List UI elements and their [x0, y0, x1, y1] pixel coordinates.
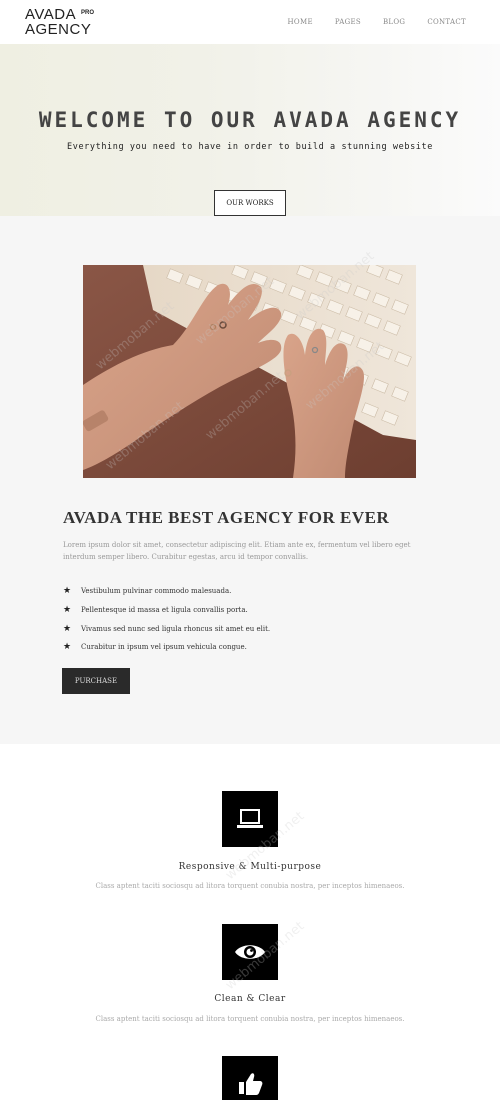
logo-text-agency: AGENCY — [25, 21, 92, 38]
feature-title: Responsive & Multi-purpose — [178, 862, 322, 872]
feature-description: Class aptent taciti sociosqu ad litora t… — [95, 882, 405, 890]
hands-on-keyboard-photo — [83, 265, 416, 478]
list-item-text: Pellentesque id massa et ligula convalli… — [81, 606, 248, 615]
nav-contact[interactable]: CONTACT — [427, 18, 466, 26]
about-title: AVADA THE BEST AGENCY FOR EVER — [63, 508, 390, 527]
list-item: ★ Pellentesque id massa et ligula convall… — [63, 601, 270, 620]
hero-title: WELCOME TO OUR AVADA AGENCY — [38, 108, 462, 132]
list-item: ★ Curabitur in ipsum vel ipsum vehicula c… — [63, 638, 270, 657]
feature-description: Class aptent taciti sociosqu ad litora t… — [95, 1015, 405, 1023]
main-nav: HOME PAGES BLOG CONTACT — [288, 18, 466, 26]
nav-home[interactable]: HOME — [288, 18, 313, 26]
thumbs-up-icon — [222, 1056, 278, 1100]
site-header: AVADA PRO AGENCY HOME PAGES BLOG CONTACT — [0, 0, 500, 44]
list-item: ★ Vestibulum pulvinar commodo malesuada. — [63, 582, 270, 601]
logo-pro-badge: PRO — [81, 10, 95, 16]
list-item-text: Curabitur in ipsum vel ipsum vehicula co… — [81, 643, 247, 652]
feature-title: Clean & Clear — [214, 994, 286, 1004]
star-icon: ★ — [63, 605, 72, 616]
our-works-button[interactable]: OUR WORKS — [214, 190, 286, 216]
star-icon: ★ — [63, 586, 72, 597]
star-icon: ★ — [63, 623, 72, 634]
feature-list: ★ Vestibulum pulvinar commodo malesuada. … — [63, 582, 270, 657]
about-section: AVADA THE BEST AGENCY FOR EVER Lorem ips… — [0, 216, 500, 744]
purchase-button[interactable]: PURCHASE — [62, 668, 130, 694]
hero-section: WELCOME TO OUR AVADA AGENCY Everything y… — [0, 44, 500, 216]
list-item: ★ Vivamus sed nunc sed ligula rhoncus sit… — [63, 619, 270, 638]
nav-pages[interactable]: PAGES — [335, 18, 361, 26]
logo[interactable]: AVADA PRO AGENCY — [25, 7, 95, 38]
hero-subtitle: Everything you need to have in order to … — [67, 142, 433, 152]
laptop-icon — [222, 791, 278, 847]
star-icon: ★ — [63, 642, 72, 653]
list-item-text: Vivamus sed nunc sed ligula rhoncus sit … — [81, 624, 271, 633]
features-section: Responsive & Multi-purpose Class aptent … — [0, 744, 500, 1100]
about-description: Lorem ipsum dolor sit amet, consectetur … — [63, 541, 411, 561]
eye-icon — [222, 924, 278, 980]
nav-blog[interactable]: BLOG — [383, 18, 405, 26]
list-item-text: Vestibulum pulvinar commodo malesuada. — [81, 587, 232, 596]
